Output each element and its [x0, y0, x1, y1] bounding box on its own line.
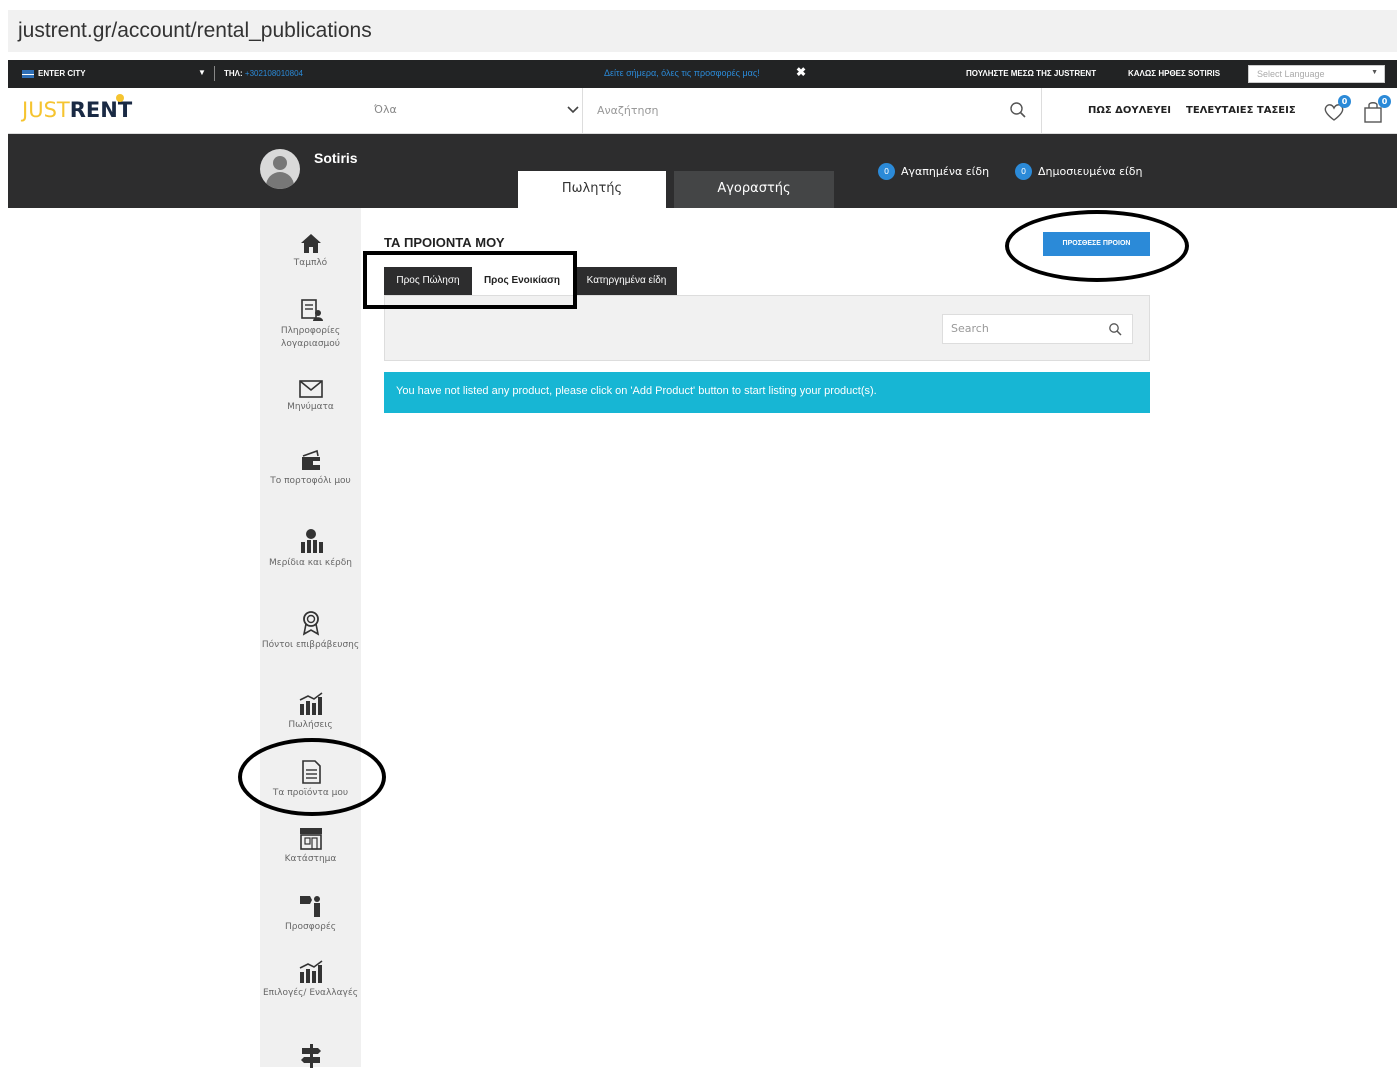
- tab-buyer[interactable]: Αγοραστής: [674, 171, 834, 208]
- profile-band: Sotiris Πωλητής Αγοραστής 0 Αγαπημένα εί…: [8, 134, 1397, 208]
- account-sidebar: Ταμπλό Πληροφορίες λογαριασμού Μηνύματα …: [260, 208, 361, 1068]
- sell-link[interactable]: ΠΟΥΛΗΣΤΕ ΜΕΣΩ ΤΗΣ JUSTRENT: [966, 69, 1096, 78]
- annotation-ellipse: [238, 738, 386, 816]
- account-info-icon: [300, 299, 323, 321]
- top-strip: ENTER CITY ▼ ΤΗΛ: +302108010804 Δείτε σή…: [8, 60, 1397, 88]
- close-icon[interactable]: ✖: [796, 65, 806, 79]
- search-icon[interactable]: [1108, 322, 1122, 336]
- city-selector[interactable]: ENTER CITY: [22, 69, 86, 78]
- sidebar-item-account-info[interactable]: Πληροφορίες λογαριασμού: [260, 298, 361, 351]
- sidebar-item-label: Το πορτοφόλι μου: [270, 476, 351, 486]
- chevron-down-icon: ▼: [1371, 69, 1378, 76]
- product-search-input[interactable]: Search: [942, 314, 1133, 344]
- empty-products-notice: You have not listed any product, please …: [384, 372, 1150, 413]
- sidebar-item-label: Μηνύματα: [287, 402, 334, 412]
- search-input[interactable]: Αναζήτηση: [582, 88, 1042, 134]
- award-icon: [302, 611, 319, 636]
- envelope-icon: [298, 380, 323, 398]
- sidebar-item-rewards[interactable]: Πόντοι επιβράβευσης: [260, 610, 361, 652]
- favorites-counter[interactable]: 0 Αγαπημένα είδη: [878, 163, 989, 180]
- nav-latest-trends[interactable]: ΤΕΛΕΥΤΑΙΕΣ ΤΑΣΕΙΣ: [1186, 105, 1296, 116]
- chevron-down-icon: [567, 106, 579, 114]
- sales-icon: [299, 692, 322, 715]
- sidebar-item-messages[interactable]: Μηνύματα: [260, 380, 361, 414]
- sidebar-item-sales[interactable]: Πωλήσεις: [260, 692, 361, 732]
- avatar[interactable]: [260, 149, 300, 189]
- sidebar-item-label: Πόντοι επιβράβευσης: [261, 640, 360, 650]
- flag-icon: [22, 69, 34, 78]
- tab-seller[interactable]: Πωλητής: [518, 171, 666, 208]
- favorites-count: 0: [878, 163, 895, 180]
- options-icon: [299, 960, 322, 983]
- cart-button[interactable]: 0: [1362, 95, 1391, 124]
- earnings-icon: [300, 529, 323, 553]
- favorites-label: Αγαπημένα είδη: [901, 165, 990, 178]
- sidebar-item-label: Πληροφορίες λογαριασμού: [280, 326, 341, 349]
- url-text[interactable]: justrent.gr/account/rental_publications: [18, 19, 372, 43]
- promo-link[interactable]: Δείτε σήμερα, όλες τις προσφορές μας!: [604, 68, 760, 78]
- browser-address-bar[interactable]: justrent.gr/account/rental_publications: [8, 10, 1397, 52]
- divider: [214, 66, 215, 81]
- tab-archived[interactable]: Κατηργημένα είδη: [576, 267, 677, 295]
- logo-just: JUST: [22, 98, 70, 122]
- phone-info: ΤΗΛ: +302108010804: [224, 69, 303, 78]
- page-title: ΤΑ ΠΡΟΙΟΝΤΑ ΜΟΥ: [384, 235, 505, 250]
- logo-rent: RENT: [69, 98, 133, 122]
- avatar-body: [266, 172, 294, 189]
- city-dropdown-icon[interactable]: ▼: [198, 68, 206, 77]
- product-search-placeholder: Search: [951, 322, 989, 335]
- logo-dot: [116, 94, 124, 102]
- store-icon: [299, 828, 322, 850]
- logo[interactable]: JUSTRENT: [22, 94, 133, 122]
- published-count: 0: [1015, 163, 1032, 180]
- phone-number[interactable]: +302108010804: [245, 69, 303, 78]
- category-select[interactable]: Όλα: [374, 98, 584, 124]
- sidebar-item-dashboard[interactable]: Ταμπλό: [260, 232, 361, 270]
- sidebar-item-offers[interactable]: Προσφορές: [260, 894, 361, 934]
- site-header: JUSTRENT Όλα Αναζήτηση ΠΩΣ ΔΟΥΛΕΥΕΙ ΤΕΛΕ…: [8, 88, 1397, 134]
- avatar-head: [273, 156, 287, 170]
- annotation-rectangle: [363, 251, 577, 309]
- sidebar-item-label: Προσφορές: [285, 922, 336, 932]
- phone-label: ΤΗΛ:: [224, 69, 243, 78]
- published-counter[interactable]: 0 Δημοσιευμένα είδη: [1015, 163, 1142, 180]
- sidebar-item-label: Κατάστημα: [284, 854, 337, 864]
- sidebar-item-label: Πωλήσεις: [288, 720, 333, 730]
- search-icon[interactable]: [1009, 101, 1027, 119]
- sidebar-item-label: Επιλογές/ Εναλλαγές: [262, 988, 359, 998]
- sidebar-item-label: Ταμπλό: [293, 258, 328, 268]
- published-label: Δημοσιευμένα είδη: [1038, 165, 1143, 178]
- wallet-icon: [301, 449, 320, 470]
- sidebar-item-earnings[interactable]: Μερίδια και κέρδη: [260, 528, 361, 570]
- greeting[interactable]: ΚΑΛΩΣ ΗΡΘΕΣ SOTIRIS: [1128, 69, 1220, 78]
- sidebar-item-wallet[interactable]: Το πορτοφόλι μου: [260, 448, 361, 488]
- username: Sotiris: [314, 150, 358, 166]
- category-value: Όλα: [374, 103, 397, 116]
- language-select[interactable]: Select Language ▼: [1248, 65, 1385, 83]
- nav-how-it-works[interactable]: ΠΩΣ ΔΟΥΛΕΥΕΙ: [1088, 105, 1171, 116]
- offers-icon: [299, 896, 320, 917]
- sidebar-item-options[interactable]: Επιλογές/ Εναλλαγές: [260, 960, 361, 1000]
- wishlist-badge: 0: [1338, 95, 1351, 108]
- signpost-icon: [300, 1044, 321, 1068]
- annotation-ellipse: [1005, 210, 1189, 282]
- city-label: ENTER CITY: [38, 69, 86, 78]
- search-placeholder: Αναζήτηση: [597, 104, 659, 117]
- sidebar-item-label: Μερίδια και κέρδη: [269, 558, 352, 568]
- language-placeholder: Select Language: [1257, 69, 1325, 79]
- home-icon: [300, 234, 321, 253]
- sidebar-item-store[interactable]: Κατάστημα: [260, 826, 361, 866]
- wishlist-button[interactable]: 0: [1322, 95, 1351, 124]
- cart-badge: 0: [1378, 95, 1391, 108]
